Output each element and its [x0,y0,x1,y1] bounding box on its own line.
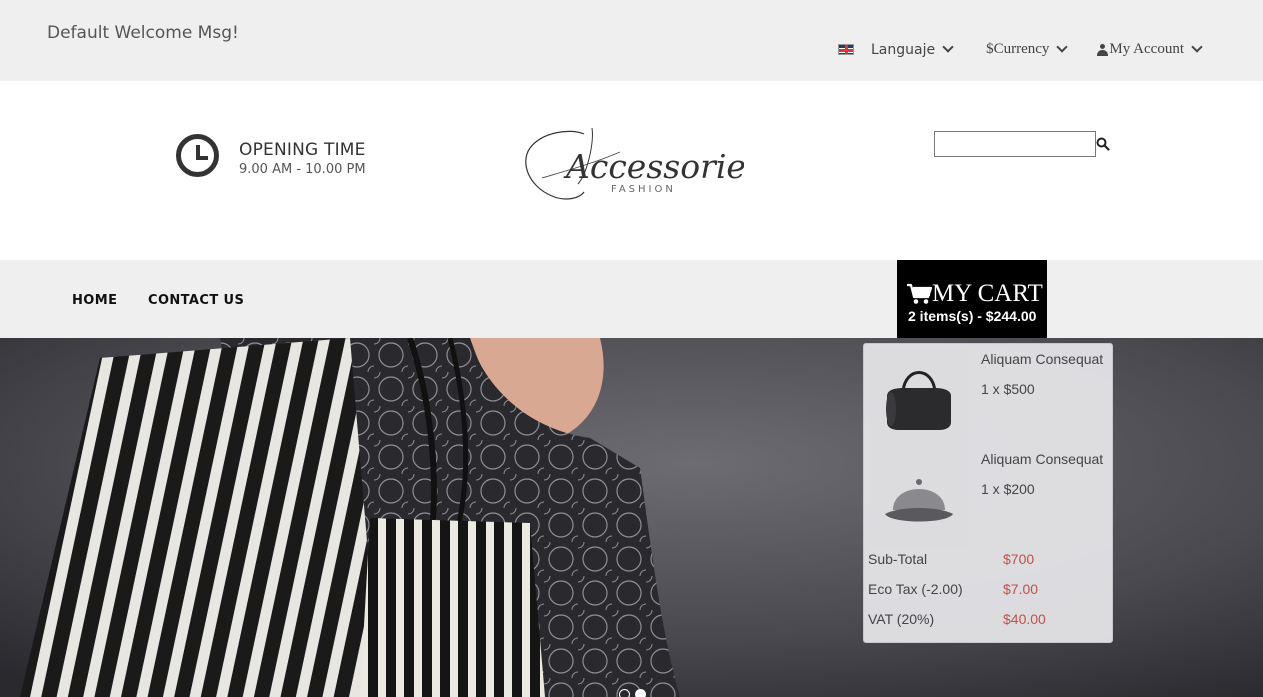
cart-title: MY CART [932,280,1043,307]
eco-tax-value: $7.00 [1003,581,1039,597]
language-dropdown[interactable]: Languaje [838,41,954,58]
eco-tax-label: Eco Tax (-2.00) [868,581,963,597]
product-thumbnail[interactable] [869,448,969,548]
account-dropdown[interactable]: My Account [1097,41,1203,58]
vat-label: VAT (20%) [868,611,935,627]
cart-dropdown: Aliquam Consequat 1 x $500 Aliquam Conse… [863,343,1113,643]
top-links: Languaje $Currency My Account [838,41,1203,58]
chevron-down-icon [1056,41,1069,53]
logo-text: Accessories [563,147,744,186]
account-label: My Account [1109,41,1184,57]
cart-title-row: MY CART [907,280,1043,308]
subtotal-label: Sub-Total [868,551,928,567]
slider-dot-2[interactable] [635,689,646,697]
cart-product-name[interactable]: Aliquam Consequat [981,451,1103,467]
clock-icon [176,134,219,177]
duffel-bag-icon [869,348,969,448]
cap-icon [869,448,969,548]
chevron-down-icon [1191,41,1203,53]
logo-subtext: FASHION [611,184,676,195]
cart-icon [907,283,932,304]
uk-flag-icon [838,44,854,55]
search-icon[interactable] [1096,137,1110,151]
opening-time-title: OPENING TIME [239,140,366,160]
cart-product-qty: 1 x $200 [981,481,1035,497]
nav-home[interactable]: HOME [72,293,117,308]
cart-button[interactable]: MY CART 2 items(s) - $244.00 [897,260,1047,338]
opening-hours: 9.00 AM - 10.00 PM [239,162,366,177]
currency-label: $Currency [986,41,1050,57]
welcome-message: Default Welcome Msg! [47,23,239,43]
cart-product-qty: 1 x $500 [981,381,1035,397]
product-thumbnail[interactable] [869,348,969,448]
search-input[interactable] [934,131,1096,157]
vat-value: $40.00 [1003,611,1046,627]
user-icon [1097,43,1109,56]
nav-contact-us[interactable]: CONTACT US [148,293,244,308]
cart-summary: 2 items(s) - $244.00 [908,308,1037,324]
language-label: Languaje [871,41,936,58]
cart-product-name[interactable]: Aliquam Consequat [981,351,1103,367]
chevron-down-icon [942,41,954,53]
top-bar: Default Welcome Msg! Languaje $Currency … [0,0,1263,81]
slider-dot-1[interactable] [619,689,630,697]
subtotal-value: $700 [1003,551,1035,567]
currency-dropdown[interactable]: $Currency [986,41,1069,58]
